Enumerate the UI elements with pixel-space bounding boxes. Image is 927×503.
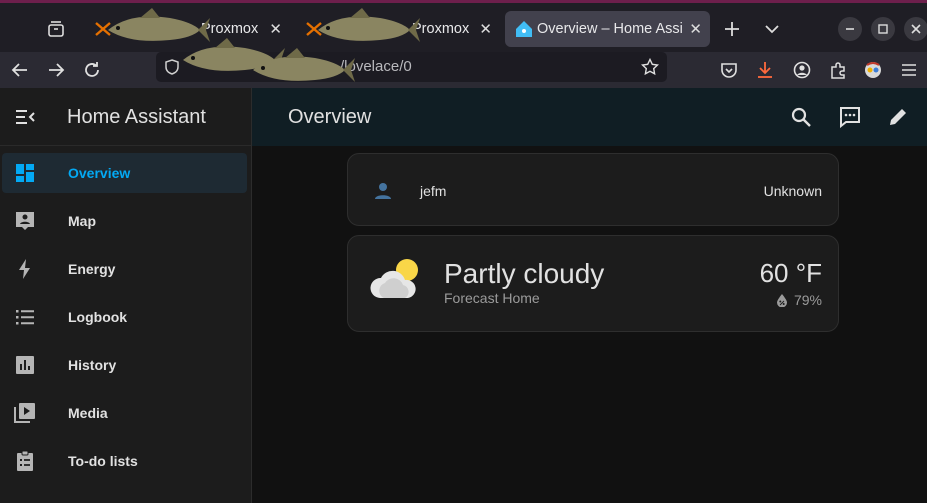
sidebar-item-label: History <box>68 357 117 373</box>
sidebar-item-logbook[interactable]: Logbook <box>2 297 247 337</box>
extension-avatar-icon[interactable] <box>861 58 885 82</box>
assist-icon[interactable] <box>837 104 863 130</box>
close-tab-icon[interactable]: ✕ <box>689 20 702 38</box>
close-window-icon[interactable] <box>904 17 927 41</box>
person-entity-card[interactable]: jefm Unknown <box>347 153 839 226</box>
url-bar[interactable]: /lovelace/0 <box>156 52 667 82</box>
weather-humidity: 79% <box>776 292 822 308</box>
minimize-icon[interactable] <box>838 17 862 41</box>
weather-temperature: 60 °F <box>759 258 822 288</box>
url-text: /lovelace/0 <box>340 58 412 75</box>
person-state: Unknown <box>763 183 822 199</box>
dashboard-icon <box>13 161 37 185</box>
sidebar-item-map[interactable]: Map <box>2 201 247 241</box>
sidebar-item-label: Map <box>68 213 96 229</box>
water-percent-icon <box>776 294 787 307</box>
list-icon <box>13 305 37 329</box>
maximize-icon[interactable] <box>871 17 895 41</box>
bookmark-star-icon[interactable] <box>640 57 660 80</box>
extensions-icon[interactable] <box>826 58 850 82</box>
proxmox-icon <box>94 20 112 42</box>
weather-forecast-card[interactable]: Partly cloudy Forecast Home 60 °F 79% <box>347 235 839 332</box>
download-icon[interactable] <box>753 58 777 82</box>
proxmox-icon <box>305 20 323 42</box>
partly-cloudy-icon <box>368 254 424 307</box>
sidebar-title: Home Assistant <box>67 106 206 128</box>
forward-icon[interactable] <box>44 58 68 82</box>
page-title: Overview <box>288 106 372 128</box>
sidebar-item-overview[interactable]: Overview <box>2 153 247 193</box>
weather-entity-name: Forecast Home <box>444 290 540 306</box>
play-box-icon <box>13 401 37 425</box>
search-icon[interactable] <box>788 104 814 130</box>
sidebar-item-label: Logbook <box>68 309 128 325</box>
main-header: Overview <box>252 88 927 146</box>
sidebar: Home Assistant Overview Map Energy Logbo… <box>0 88 252 503</box>
reload-icon[interactable] <box>80 58 104 82</box>
account-icon[interactable] <box>790 58 814 82</box>
tab-overview-icon[interactable] <box>44 17 68 41</box>
close-tab-icon[interactable]: ✕ <box>479 20 492 38</box>
clipboard-list-icon <box>13 449 37 473</box>
menu-collapse-icon[interactable] <box>13 105 37 134</box>
tab-home-assistant[interactable]: Overview – Home Assi ✕ <box>505 11 710 47</box>
edit-pencil-icon[interactable] <box>885 104 911 130</box>
home-assistant-favicon <box>515 20 533 42</box>
weather-condition: Partly cloudy <box>444 258 605 289</box>
tab-label: Overview – Home Assi <box>537 21 683 37</box>
lightning-icon <box>13 257 37 281</box>
chevron-down-icon[interactable] <box>760 17 784 41</box>
sidebar-item-history[interactable]: History <box>2 345 247 385</box>
humidity-value: 79% <box>793 292 822 308</box>
sidebar-item-energy[interactable]: Energy <box>2 249 247 289</box>
sidebar-item-media[interactable]: Media <box>2 393 247 433</box>
back-icon[interactable] <box>8 58 32 82</box>
menu-icon[interactable] <box>897 58 921 82</box>
tab-proxmox-1[interactable]: Proxmox ✕ <box>84 11 290 47</box>
browser-tab-bar: Proxmox ✕ Proxmox ✕ Overview – Home Assi… <box>0 0 927 52</box>
shield-icon <box>164 59 180 79</box>
pocket-icon[interactable] <box>717 58 741 82</box>
sidebar-item-label: Media <box>68 405 108 421</box>
sidebar-item-todo[interactable]: To-do lists <box>2 441 247 481</box>
tab-label: Proxmox <box>412 21 470 37</box>
map-account-icon <box>13 209 37 233</box>
tab-label: Proxmox <box>201 21 259 37</box>
sidebar-header: Home Assistant <box>0 88 251 146</box>
close-tab-icon[interactable]: ✕ <box>269 20 282 38</box>
sidebar-item-label: To-do lists <box>68 453 138 469</box>
account-icon <box>373 181 393 206</box>
chart-bar-icon <box>13 353 37 377</box>
person-name: jefm <box>420 183 447 199</box>
sidebar-item-label: Energy <box>68 261 116 277</box>
new-tab-icon[interactable] <box>720 17 744 41</box>
tab-proxmox-2[interactable]: Proxmox ✕ <box>295 11 500 47</box>
sidebar-item-label: Overview <box>68 165 131 181</box>
